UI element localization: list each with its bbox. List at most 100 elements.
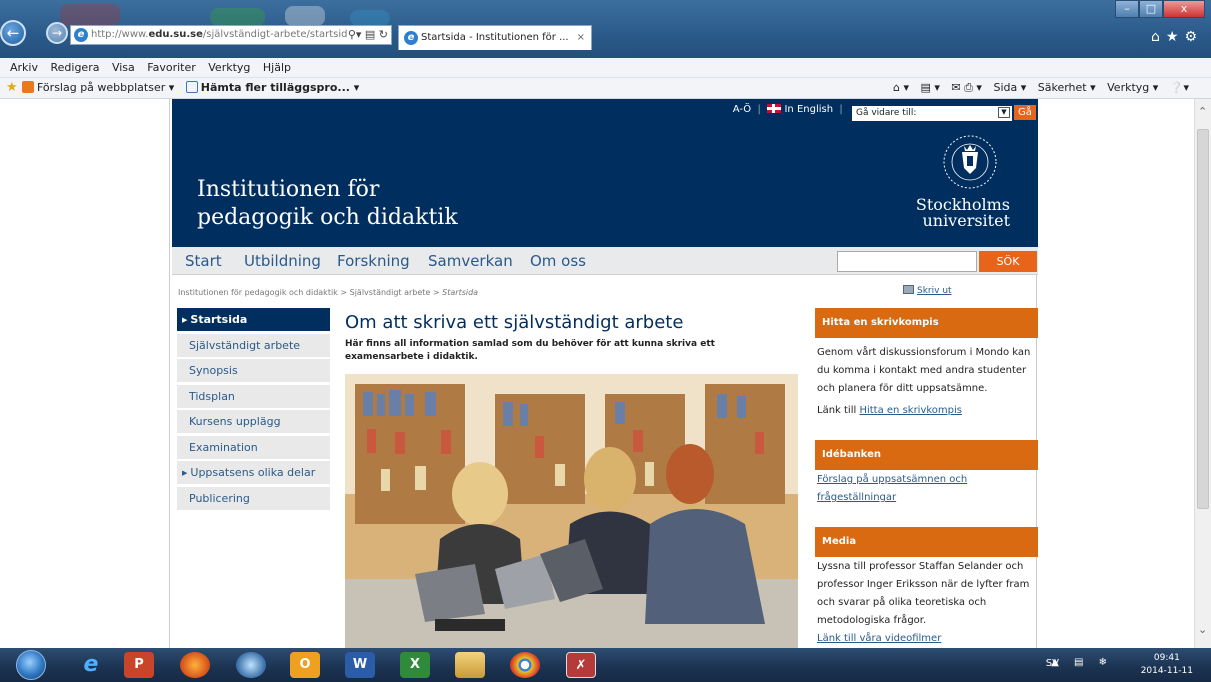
- utility-bar: A-Ö | In English | Gå vidare till: ▼ Gå: [733, 104, 1038, 121]
- browser-tab[interactable]: e Startsida - Institutionen för ... ×: [398, 25, 592, 50]
- home-command-icon[interactable]: ⌂ ▾: [893, 81, 909, 94]
- scrollbar-thumb[interactable]: [1197, 129, 1209, 509]
- tray-icons[interactable]: ▲ ▤ ❄: [1051, 657, 1113, 668]
- sidenav-item-kursens-upplagg[interactable]: Kursens upplägg: [177, 410, 330, 434]
- link-forslag-uppsatsamnen[interactable]: Förslag på uppsatsämnen och frågeställni…: [817, 474, 967, 503]
- sidenav-item-startsida[interactable]: ▶ Startsida: [177, 308, 330, 332]
- box-text: Lyssna till professor Staffan Selander o…: [817, 561, 1030, 626]
- menu-bar: Arkiv Redigera Visa Favoriter Verktyg Hj…: [0, 58, 1211, 78]
- main-nav: Start Utbildning Forskning Samverkan Om …: [172, 247, 1038, 275]
- chrome-icon[interactable]: [510, 652, 540, 678]
- sidenav-item-examination[interactable]: Examination: [177, 435, 330, 460]
- print-link[interactable]: Skriv ut: [903, 285, 952, 296]
- menu-hjalp[interactable]: Hjälp: [263, 61, 291, 74]
- vertical-scrollbar[interactable]: ⌃ ⌄: [1194, 99, 1211, 648]
- outlook-icon[interactable]: O: [290, 652, 320, 678]
- windows-taskbar: e P O W X ✗ SV ▲ ▤ ❄ 09:41 2014-11-11: [0, 648, 1211, 682]
- a-o-link[interactable]: A-Ö: [733, 104, 751, 115]
- institution-title[interactable]: Institutionen för pedagogik och didaktik: [197, 176, 458, 232]
- goto-select[interactable]: Gå vidare till: ▼: [852, 106, 1012, 121]
- menu-arkiv[interactable]: Arkiv: [10, 61, 38, 74]
- nav-forskning[interactable]: Forskning: [337, 252, 410, 270]
- clock[interactable]: 09:41 2014-11-11: [1141, 652, 1193, 678]
- link-hitta-skrivkompis[interactable]: Hitta en skrivkompis: [859, 405, 962, 416]
- help-icon[interactable]: ❔▾: [1170, 81, 1189, 94]
- box-title[interactable]: Media: [815, 527, 1038, 557]
- firefox-icon[interactable]: [180, 652, 210, 678]
- sidenav-item-tidsplan[interactable]: Tidsplan: [177, 384, 330, 409]
- page-viewport: A-Ö | In English | Gå vidare till: ▼ Gå In…: [0, 99, 1194, 648]
- mail-icon[interactable]: ✉ ⎙ ▾: [951, 81, 982, 94]
- home-favorites-settings-icons[interactable]: ⌂★⚙: [1151, 29, 1203, 45]
- maximize-button[interactable]: □: [1139, 0, 1163, 18]
- go-button[interactable]: Gå: [1014, 105, 1036, 120]
- sidenav-label: Startsida: [190, 313, 248, 326]
- clock-time: 09:41: [1153, 653, 1180, 663]
- caret-right-icon: ▶: [182, 469, 188, 477]
- sidenav-label: Självständigt arbete: [189, 338, 301, 352]
- address-tools-icon[interactable]: ⚲▾ ▤ ↻: [348, 26, 388, 44]
- menu-redigera[interactable]: Redigera: [50, 61, 99, 74]
- scroll-down-icon[interactable]: ⌄: [1198, 623, 1207, 636]
- page-title: Om att skriva ett självständigt arbete: [345, 312, 684, 333]
- cmd-sakerhet[interactable]: Säkerhet ▾: [1038, 81, 1096, 94]
- university-seal-icon[interactable]: [942, 134, 998, 190]
- box-title[interactable]: Idébanken: [815, 440, 1038, 470]
- tab-ie-icon: e: [404, 31, 418, 45]
- search-button[interactable]: SÖK: [979, 251, 1037, 272]
- nav-utbildning[interactable]: Utbildning: [244, 252, 321, 270]
- sidenav-item-synopsis[interactable]: Synopsis: [177, 359, 330, 383]
- start-button[interactable]: [16, 650, 46, 680]
- security-app-icon[interactable]: [236, 652, 266, 678]
- feeds-icon[interactable]: ▤ ▾: [921, 81, 940, 94]
- menu-visa[interactable]: Visa: [112, 61, 135, 74]
- excel-icon[interactable]: X: [400, 652, 430, 678]
- side-nav: ▶ Startsida Självständigt arbete Synopsis…: [177, 308, 330, 512]
- fav-suggested-sites[interactable]: Förslag på webbplatser ▾: [37, 81, 174, 94]
- site-container: A-Ö | In English | Gå vidare till: ▼ Gå In…: [169, 99, 1038, 648]
- address-prefix: http://www.: [91, 29, 149, 40]
- tab-close-icon[interactable]: ×: [577, 26, 585, 50]
- powerpoint-icon[interactable]: P: [124, 652, 154, 678]
- in-english-link[interactable]: In English: [784, 104, 833, 115]
- box-text: Genom vårt diskussionsforum i Mondo kan …: [817, 347, 1031, 394]
- site-header: A-Ö | In English | Gå vidare till: ▼ Gå In…: [172, 99, 1038, 247]
- internet-explorer-icon[interactable]: e: [76, 652, 106, 678]
- university-name[interactable]: Stockholms universitet: [916, 197, 1010, 229]
- word-icon[interactable]: W: [345, 652, 375, 678]
- sidenav-item-sjalvstandigt-arbete[interactable]: Självständigt arbete: [177, 333, 330, 358]
- breadcrumb-item-sjalvstandigt[interactable]: Självständigt arbete: [350, 288, 431, 297]
- minimize-button[interactable]: –: [1115, 0, 1139, 18]
- sidenav-label: Uppsatsens olika delar: [190, 466, 316, 479]
- nav-om-oss[interactable]: Om oss: [530, 252, 586, 270]
- box-media: Media Lyssna till professor Staffan Sela…: [815, 527, 1038, 648]
- breadcrumb-item-institution[interactable]: Institutionen för pedagogik och didaktik: [178, 288, 338, 297]
- file-explorer-icon[interactable]: [455, 652, 485, 678]
- cmd-verktyg[interactable]: Verktyg ▾: [1107, 81, 1158, 94]
- forward-button[interactable]: →: [46, 22, 68, 44]
- scroll-up-icon[interactable]: ⌃: [1198, 105, 1207, 118]
- breadcrumb: Institutionen för pedagogik och didaktik…: [178, 288, 478, 297]
- sidenav-item-uppsatsens-olika-delar[interactable]: ▶ Uppsatsens olika delar: [177, 461, 330, 485]
- menu-verktyg[interactable]: Verktyg: [208, 61, 250, 74]
- sidenav-label: Publicering: [189, 491, 250, 505]
- fav-get-addons[interactable]: Hämta fler tilläggspro... ▾: [201, 81, 360, 94]
- sidenav-item-publicering[interactable]: Publicering: [177, 486, 330, 511]
- box-body: Genom vårt diskussionsforum i Mondo kan …: [815, 338, 1038, 422]
- nav-samverkan[interactable]: Samverkan: [428, 252, 513, 270]
- cmd-sida[interactable]: Sida ▾: [993, 81, 1026, 94]
- right-column: Hitta en skrivkompis Genom vårt diskussi…: [815, 308, 1038, 648]
- printer-icon: [903, 285, 914, 294]
- box-title[interactable]: Hitta en skrivkompis: [815, 308, 1038, 338]
- sidenav-label: Synopsis: [189, 364, 238, 377]
- search-input[interactable]: [837, 251, 977, 272]
- link-videofilmer[interactable]: Länk till våra videofilmer: [817, 633, 941, 644]
- nav-start[interactable]: Start: [185, 252, 222, 270]
- favorites-star-icon[interactable]: ★: [6, 81, 18, 94]
- menu-favoriter[interactable]: Favoriter: [147, 61, 195, 74]
- address-bar[interactable]: e http://www.edu.su.se/självständigt-arb…: [70, 25, 392, 45]
- breadcrumb-separator: >: [430, 288, 443, 297]
- close-window-button[interactable]: x: [1163, 0, 1205, 18]
- back-button[interactable]: ←: [0, 20, 26, 46]
- pdf-app-icon[interactable]: ✗: [566, 652, 596, 678]
